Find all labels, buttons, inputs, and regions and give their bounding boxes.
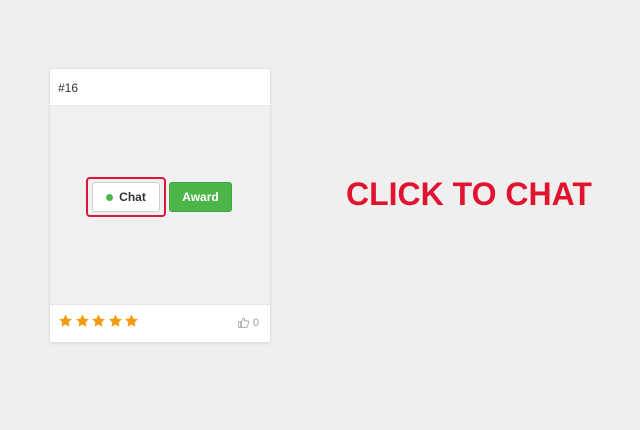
star-rating (58, 313, 141, 333)
expert-card: #16 Chat Award 0 (50, 69, 270, 342)
award-button-label: Award (182, 190, 219, 204)
star-icon (125, 314, 138, 327)
like-button[interactable]: 0 (237, 316, 259, 329)
star-icon (108, 314, 122, 327)
online-status-icon (106, 193, 114, 201)
card-footer: 0 (50, 304, 270, 342)
star-icon (59, 314, 72, 327)
card-body: Chat Award (50, 106, 270, 304)
card-id: #16 (58, 81, 79, 95)
chat-button[interactable]: Chat (92, 182, 160, 212)
chat-button-label: Chat (119, 190, 146, 204)
star-icon (92, 314, 105, 327)
thumbs-up-icon (238, 317, 249, 328)
star-icon (75, 314, 89, 327)
award-button[interactable]: Award (169, 182, 232, 212)
click-to-chat-caption: CLICK TO CHAT (346, 176, 592, 212)
like-count: 0 (252, 316, 259, 329)
card-header: #16 (50, 69, 270, 106)
